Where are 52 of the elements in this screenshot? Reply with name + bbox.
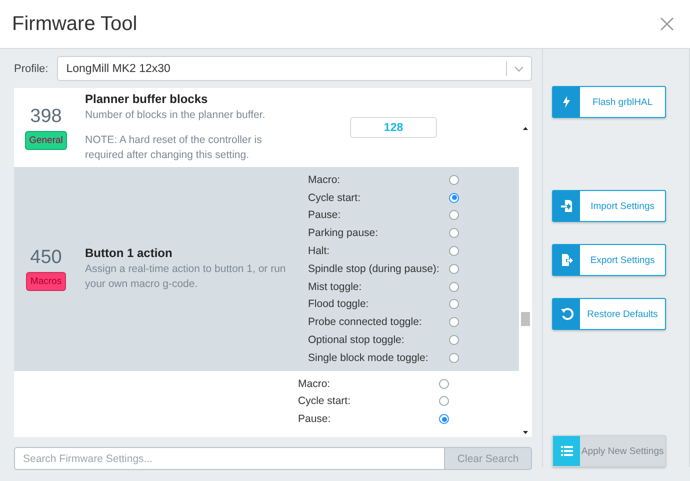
import-icon	[560, 199, 574, 213]
search-field[interactable]: Search Firmware Settings...	[14, 447, 444, 470]
option-label: Flood toggle:	[308, 298, 370, 310]
option-label: Parking pause:	[308, 227, 380, 240]
option-label: Cycle start:	[308, 192, 362, 204]
option-label: Single block mode toggle:	[308, 352, 430, 364]
setting-title: Button 1 action	[85, 246, 174, 260]
option-label: Mist toggle:	[308, 280, 363, 293]
option-label: Optional stop toggle:	[308, 334, 406, 346]
clear-search-button[interactable]: Clear Search	[444, 447, 532, 470]
action-button[interactable]: Import Settings	[552, 190, 666, 222]
option-label: Pause:	[308, 209, 342, 222]
option-label: Halt:	[308, 245, 331, 258]
radio-button[interactable]	[449, 264, 459, 274]
profile-label: Profile:	[14, 62, 48, 74]
setting-note: NOTE: A hard reset of the controller is required after changing this setting.	[85, 133, 263, 163]
undo-icon	[560, 307, 574, 321]
radio-button[interactable]	[449, 352, 459, 363]
option-label: Spindle stop (during pause):	[308, 262, 440, 275]
radio-button[interactable]	[439, 378, 449, 389]
option-label: Pause:	[298, 413, 332, 426]
radio-button[interactable]	[449, 335, 459, 346]
action-button[interactable]: Restore Defaults	[552, 298, 666, 330]
radio-button[interactable]	[449, 210, 459, 220]
setting-title: Planner buffer blocks	[85, 92, 209, 106]
list-icon	[560, 444, 574, 458]
close-icon[interactable]	[660, 17, 674, 31]
radio-button[interactable]	[449, 174, 459, 185]
setting-number: 398	[30, 106, 62, 128]
setting-description: Assign a real-time action to button 1, or run your own macro g-code.	[85, 262, 287, 292]
setting-number: 450	[30, 246, 62, 269]
radio-button[interactable]	[449, 317, 459, 328]
profile-dropdown[interactable]: LongMill MK2 12x30	[57, 56, 532, 81]
option-label: Macro:	[298, 378, 332, 390]
radio-button[interactable]	[439, 414, 449, 424]
window-title: Firmware Tool	[12, 12, 138, 36]
radio-button[interactable]	[449, 246, 459, 256]
export-icon	[560, 253, 574, 267]
radio-button[interactable]	[449, 228, 459, 238]
radio-button[interactable]	[439, 396, 449, 406]
category-badge: General	[25, 130, 67, 150]
option-label: Probe connected toggle:	[308, 316, 423, 328]
option-label: Macro:	[308, 174, 342, 186]
radio-button[interactable]	[449, 299, 459, 310]
setting-description: Number of blocks in the planner buffer.	[85, 108, 266, 123]
category-badge: Macros	[26, 272, 66, 291]
action-button[interactable]: Export Settings	[552, 244, 666, 276]
option-label: Cycle start:	[298, 395, 352, 408]
radio-button[interactable]	[449, 192, 459, 203]
action-button[interactable]: Flash grblHAL	[552, 86, 666, 118]
radio-button[interactable]	[449, 282, 459, 292]
value-field[interactable]: 128	[350, 117, 438, 138]
